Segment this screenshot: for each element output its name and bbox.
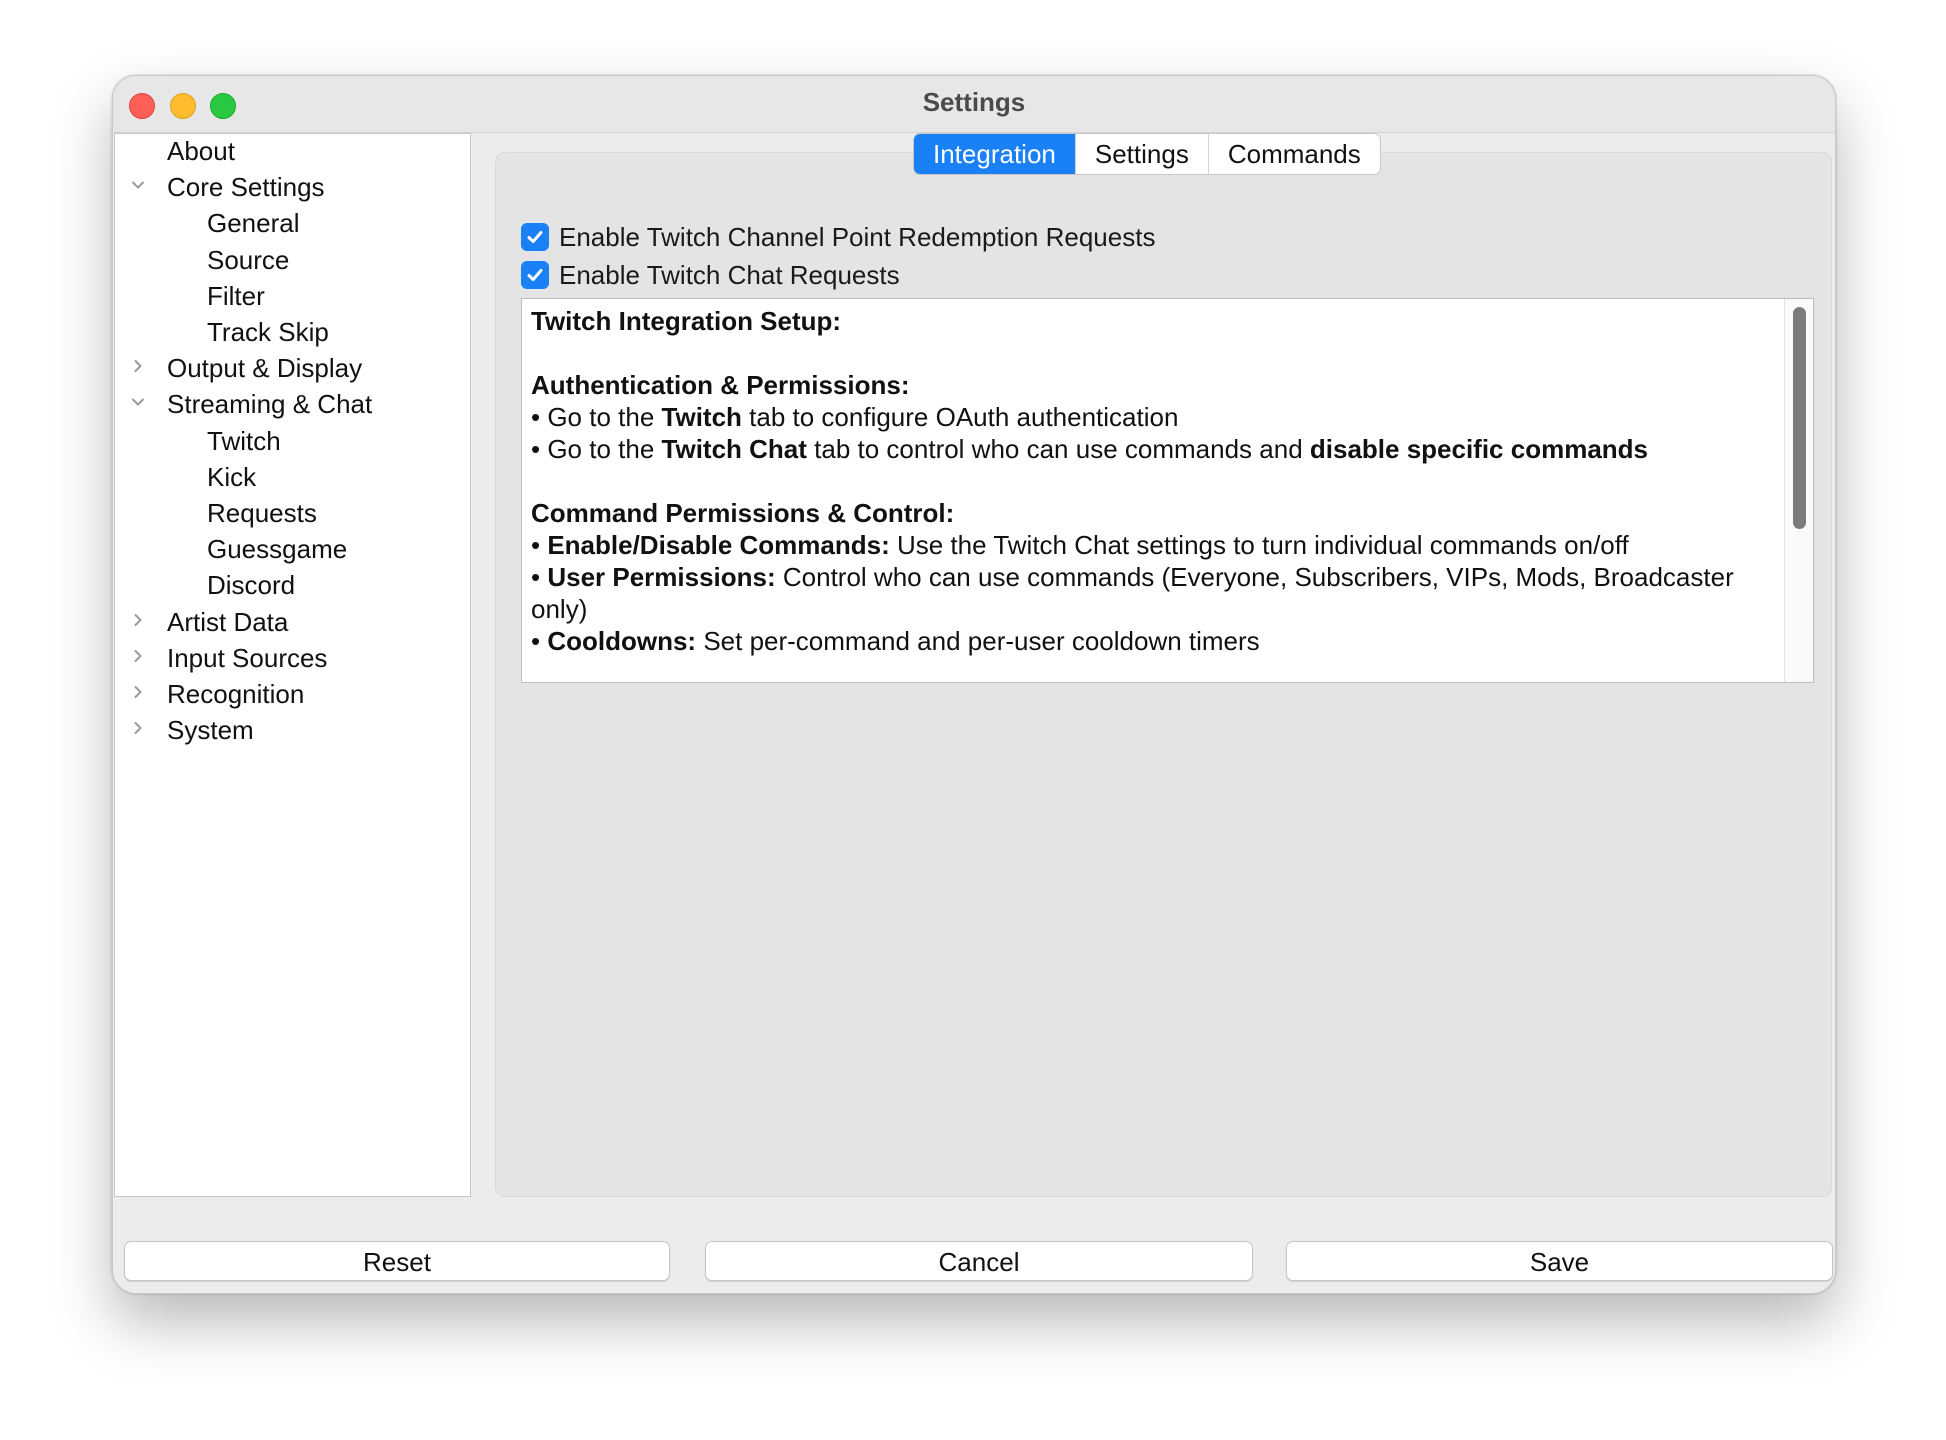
chat-requests-checkbox-label: Enable Twitch Chat Requests <box>559 259 900 290</box>
sidebar-item-about[interactable]: About <box>167 135 235 167</box>
sidebar-item-output-display[interactable]: Output & Display <box>167 352 362 384</box>
channel-point-checkbox[interactable] <box>521 223 549 251</box>
auth-line-1: • Go to the Twitch tab to configure OAut… <box>531 402 1179 432</box>
title-bar[interactable]: Settings <box>113 76 1835 133</box>
auth-heading: Authentication & Permissions: <box>531 370 910 400</box>
reset-button[interactable]: Reset <box>124 1241 670 1281</box>
sidebar-item-source[interactable]: Source <box>207 244 289 276</box>
settings-sidebar-tree: About Core Settings General Source Filter Tra… <box>114 133 471 1197</box>
chat-requests-checkbox-row[interactable]: Enable Twitch Chat Requests <box>521 260 900 290</box>
chevron-right-icon[interactable] <box>128 642 148 674</box>
sidebar-item-input-sources[interactable]: Input Sources <box>167 642 327 674</box>
chevron-down-icon[interactable] <box>128 388 148 420</box>
commands-line-3: • Cooldowns: Set per-command and per-use… <box>531 626 1260 656</box>
sidebar-item-artist-data[interactable]: Artist Data <box>167 606 288 638</box>
sidebar-item-guessgame[interactable]: Guessgame <box>207 533 347 565</box>
chat-requests-checkbox[interactable] <box>521 261 549 289</box>
info-scrollbar-thumb[interactable] <box>1793 307 1806 529</box>
sidebar-item-recognition[interactable]: Recognition <box>167 678 304 710</box>
checkmark-icon <box>527 269 543 281</box>
chevron-right-icon[interactable] <box>128 352 148 384</box>
tab-commands[interactable]: Commands <box>1209 134 1380 174</box>
chevron-right-icon[interactable] <box>128 678 148 710</box>
chevron-right-icon[interactable] <box>128 606 148 638</box>
tab-bar: Integration Settings Commands <box>913 133 1381 175</box>
info-heading: Twitch Integration Setup: <box>531 306 842 336</box>
sidebar-item-streaming-chat[interactable]: Streaming & Chat <box>167 388 372 420</box>
auth-line-2: • Go to the Twitch Chat tab to control w… <box>531 434 1649 464</box>
commands-heading: Command Permissions & Control: <box>531 498 955 528</box>
tab-integration[interactable]: Integration <box>914 134 1076 174</box>
sidebar-item-twitch[interactable]: Twitch <box>207 425 281 457</box>
sidebar-item-requests[interactable]: Requests <box>207 497 317 529</box>
cancel-button[interactable]: Cancel <box>705 1241 1253 1281</box>
checkmark-icon <box>527 231 543 243</box>
sidebar-item-discord[interactable]: Discord <box>207 569 295 601</box>
sidebar-item-track-skip[interactable]: Track Skip <box>207 316 329 348</box>
channel-point-checkbox-row[interactable]: Enable Twitch Channel Point Redemption R… <box>521 222 1155 252</box>
sidebar-item-filter[interactable]: Filter <box>207 280 265 312</box>
chevron-down-icon[interactable] <box>128 171 148 203</box>
window-title: Settings <box>922 87 1026 117</box>
save-button[interactable]: Save <box>1286 1241 1833 1281</box>
settings-window: Settings About Core Settings General Source… <box>112 75 1836 1294</box>
commands-line-2: • User Permissions: Control who can use … <box>531 562 1734 624</box>
tab-settings[interactable]: Settings <box>1076 134 1209 174</box>
info-scrollbar[interactable] <box>1784 299 1813 682</box>
integration-info-textbox[interactable]: Twitch Integration Setup: Authentication… <box>521 298 1814 683</box>
sidebar-item-general[interactable]: General <box>207 207 300 239</box>
channel-point-checkbox-label: Enable Twitch Channel Point Redemption R… <box>559 221 1156 252</box>
commands-line-1: • Enable/Disable Commands: Use the Twitc… <box>531 530 1629 560</box>
sidebar-item-core-settings[interactable]: Core Settings <box>167 171 325 203</box>
integration-info-text: Twitch Integration Setup: Authentication… <box>531 305 1781 657</box>
sidebar-item-system[interactable]: System <box>167 714 254 746</box>
chevron-right-icon[interactable] <box>128 714 148 746</box>
sidebar-item-kick[interactable]: Kick <box>207 461 256 493</box>
